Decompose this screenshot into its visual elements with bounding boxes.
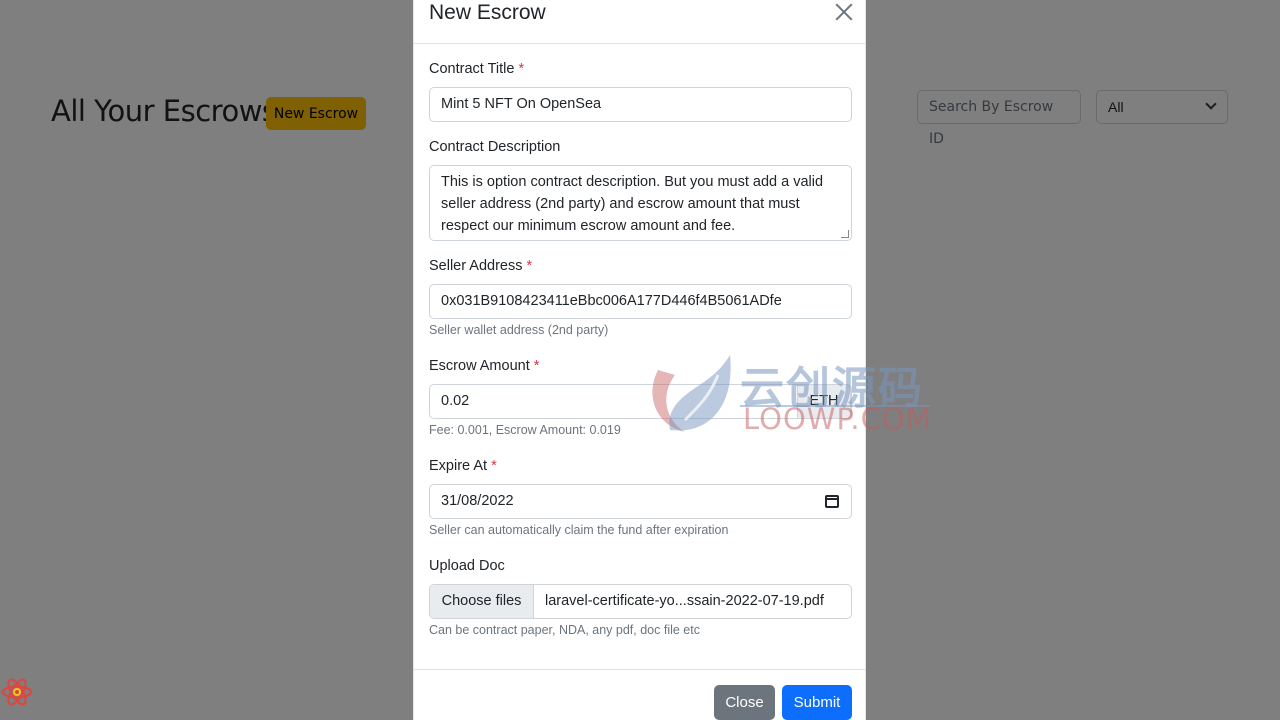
new-escrow-modal: New Escrow Contract Title * Mint 5 NFT O… bbox=[413, 0, 866, 720]
submit-button[interactable]: Submit bbox=[782, 685, 852, 720]
upload-doc-label: Upload Doc bbox=[429, 558, 505, 574]
upload-doc-file-input[interactable]: Choose files laravel-certificate-yo...ss… bbox=[429, 584, 852, 619]
modal-footer: Close Submit bbox=[414, 669, 865, 720]
react-devtools-icon[interactable] bbox=[0, 675, 34, 709]
seller-address-input[interactable]: 0x031B9108423411eBbc006A177D446f4B5061AD… bbox=[429, 284, 852, 319]
escrow-amount-value: 0.02 bbox=[441, 393, 470, 409]
contract-description-textarea[interactable]: This is option contract description. But… bbox=[429, 165, 852, 241]
escrow-amount-label: Escrow Amount * bbox=[429, 358, 540, 374]
escrow-amount-input-group[interactable]: 0.02 ETH bbox=[429, 384, 852, 419]
choose-files-button[interactable]: Choose files bbox=[430, 585, 534, 618]
expire-at-date-input[interactable]: 31/08/2022 bbox=[429, 484, 852, 519]
calendar-icon[interactable] bbox=[825, 495, 839, 508]
contract-title-label: Contract Title * bbox=[429, 61, 525, 77]
contract-description-text: This is option contract description. But… bbox=[441, 174, 824, 234]
modal-header: New Escrow bbox=[414, 0, 865, 44]
seller-address-help: Seller wallet address (2nd party) bbox=[429, 323, 609, 337]
resize-grip-icon[interactable] bbox=[841, 230, 849, 238]
selected-file-name: laravel-certificate-yo...ssain-2022-07-1… bbox=[545, 593, 824, 609]
modal-title: New Escrow bbox=[429, 1, 546, 24]
close-button[interactable]: Close bbox=[714, 685, 775, 720]
seller-address-label: Seller Address * bbox=[429, 258, 533, 274]
escrow-amount-help: Fee: 0.001, Escrow Amount: 0.019 bbox=[429, 423, 621, 437]
contract-title-input[interactable]: Mint 5 NFT On OpenSea bbox=[429, 87, 852, 122]
expire-at-label: Expire At * bbox=[429, 458, 497, 474]
expire-at-help: Seller can automatically claim the fund … bbox=[429, 523, 729, 537]
contract-description-label: Contract Description bbox=[429, 139, 561, 155]
close-icon[interactable] bbox=[835, 3, 853, 21]
currency-addon: ETH bbox=[797, 384, 851, 419]
expire-at-value: 31/08/2022 bbox=[441, 493, 514, 509]
upload-doc-help: Can be contract paper, NDA, any pdf, doc… bbox=[429, 623, 700, 637]
